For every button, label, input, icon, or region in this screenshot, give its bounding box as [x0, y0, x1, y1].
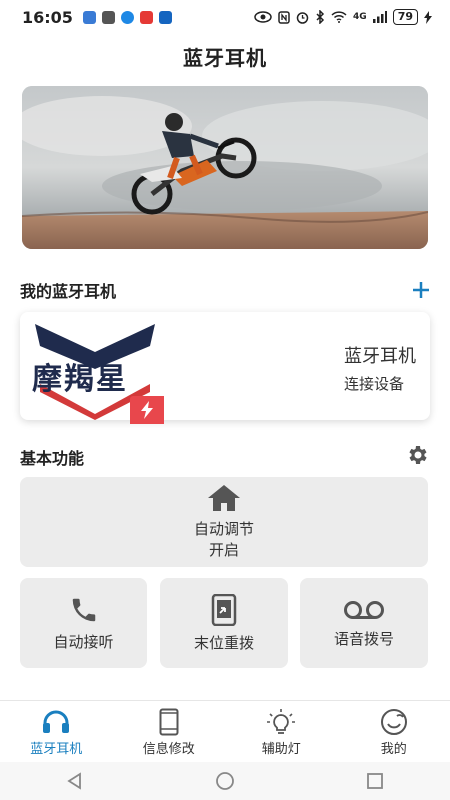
lightning-icon [141, 401, 153, 419]
back-icon[interactable] [66, 772, 84, 790]
tab-label: 辅助灯 [261, 741, 301, 757]
device-connect-status[interactable]: 连接设备 [344, 373, 404, 394]
auto-adjust-state: 开启 [208, 541, 239, 559]
phone-icon [72, 598, 95, 621]
status-left: 16:05 [22, 8, 172, 27]
headphones-icon [43, 710, 70, 733]
home-circle-icon[interactable] [215, 771, 235, 791]
device-card[interactable]: 摩羯星 蓝牙耳机 连接设备 [20, 312, 430, 424]
tab-icon-wrap [380, 708, 408, 736]
bottom-tab-bar: 蓝牙耳机 信息修改 辅助灯 我的 [0, 700, 450, 763]
app-notification-icon [120, 10, 134, 24]
tab-info-edit[interactable]: 信息修改 [113, 701, 226, 763]
tab-mine[interactable]: 我的 [338, 701, 450, 763]
brand-logo: 摩羯星 [30, 324, 164, 424]
tablet-icon [159, 708, 179, 735]
tab-aux-light[interactable]: 辅助灯 [225, 701, 338, 763]
auto-answer-label: 自动接听 [53, 632, 114, 651]
nfc-icon [278, 10, 290, 24]
eye-icon [254, 11, 272, 23]
motocross-image [22, 86, 428, 249]
status-time: 16:05 [22, 7, 73, 27]
add-device-button[interactable] [412, 280, 430, 300]
signal-icon [372, 11, 387, 23]
battery-level: 79 [392, 9, 418, 25]
recents-icon[interactable] [366, 772, 384, 790]
app-notification-icon [139, 10, 153, 24]
tab-label: 蓝牙耳机 [30, 741, 83, 757]
voice-dial-label: 语音拨号 [333, 629, 394, 648]
auto-answer-tile[interactable]: 自动接听 [20, 578, 147, 668]
tab-label: 我的 [380, 741, 407, 757]
alarm-icon [296, 11, 309, 24]
gear-icon [409, 446, 427, 464]
devices-section-header: 我的蓝牙耳机 [20, 278, 430, 302]
settings-button[interactable] [406, 443, 430, 471]
app-notification-icon [82, 10, 96, 24]
charge-badge [130, 396, 164, 424]
plus-icon [413, 282, 429, 298]
phone-forward-icon [211, 593, 237, 626]
redial-label: 末位重拨 [193, 633, 254, 652]
tab-icon-wrap [266, 708, 296, 736]
voice-dial-tile[interactable]: 语音拨号 [300, 578, 428, 668]
status-right: 4G 79 [254, 9, 432, 25]
device-name: 蓝牙耳机 [344, 346, 416, 367]
features-section-header: 基本功能 [20, 443, 430, 471]
app-notification-icon [101, 10, 115, 24]
bluetooth-icon [316, 10, 325, 24]
system-nav-bar [0, 762, 450, 800]
auto-adjust-tile[interactable]: 自动调节 开启 [20, 477, 428, 567]
features-section-title: 基本功能 [20, 449, 85, 468]
smiley-icon [380, 708, 407, 735]
charging-icon [424, 10, 432, 24]
tab-icon-wrap [159, 708, 179, 736]
brand-logo-text: 摩羯星 [32, 362, 128, 397]
devices-section-title: 我的蓝牙耳机 [20, 282, 117, 301]
redial-tile[interactable]: 末位重拨 [160, 578, 288, 668]
wifi-icon [331, 11, 347, 23]
app-notification-icon [158, 10, 172, 24]
lightbulb-icon [267, 708, 296, 734]
hero-banner[interactable] [22, 86, 428, 249]
tab-bluetooth-headset[interactable]: 蓝牙耳机 [0, 701, 113, 763]
tab-icon-wrap [41, 708, 71, 736]
home-icon [208, 485, 240, 511]
status-bar: 16:05 4G 79 [0, 0, 450, 34]
page-title: 蓝牙耳机 [183, 46, 267, 70]
voicemail-icon [344, 600, 384, 619]
network-type: 4G [353, 12, 367, 22]
tab-label: 信息修改 [142, 741, 195, 757]
auto-adjust-title: 自动调节 [193, 520, 254, 538]
